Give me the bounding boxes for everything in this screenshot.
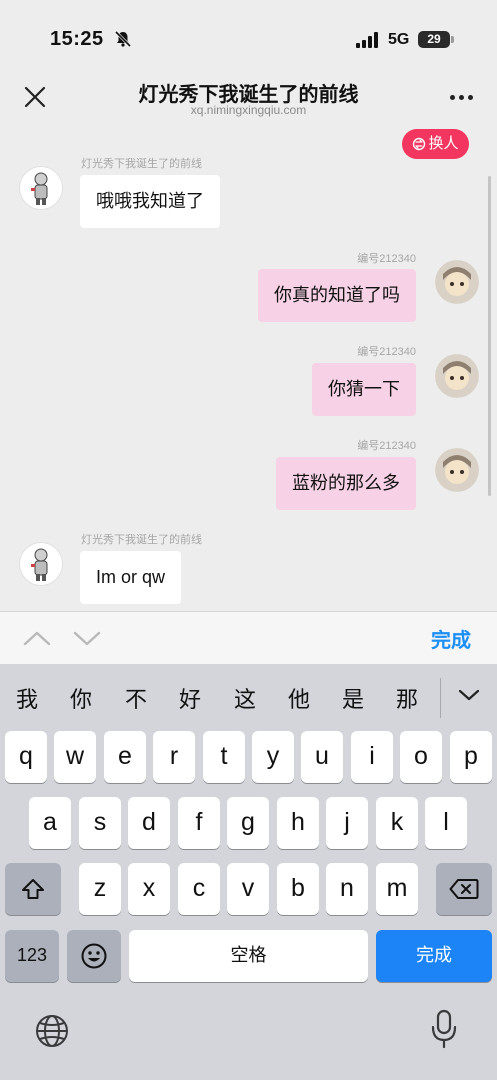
key-m[interactable]: m — [376, 863, 418, 915]
network-type: 5G — [388, 31, 410, 48]
keyboard: 我 你 不 好 这 他 是 那 q w e r t y u i o p a s … — [0, 664, 497, 1080]
key-g[interactable]: g — [227, 797, 269, 849]
key-l[interactable]: l — [425, 797, 467, 849]
candidate-word[interactable]: 是 — [335, 682, 371, 714]
avatar[interactable] — [19, 166, 63, 210]
shift-icon — [22, 879, 44, 899]
sender-name: 编号212340 — [357, 346, 416, 358]
candidate-word[interactable]: 他 — [281, 682, 317, 714]
key-a[interactable]: a — [29, 797, 71, 849]
chevron-up-icon[interactable] — [22, 628, 52, 648]
avatar[interactable] — [435, 260, 479, 304]
return-key[interactable]: 完成 — [376, 930, 492, 982]
sender-name: 编号212340 — [357, 253, 416, 265]
swap-person-label: 换人 — [428, 135, 459, 152]
key-k[interactable]: k — [376, 797, 418, 849]
key-t[interactable]: t — [203, 731, 245, 783]
candidate-word[interactable]: 那 — [389, 682, 425, 714]
sender-name: 灯光秀下我诞生了的前线 — [81, 158, 202, 170]
candidate-word[interactable]: 我 — [9, 682, 45, 714]
shift-key[interactable] — [5, 863, 61, 915]
key-z[interactable]: z — [79, 863, 121, 915]
numbers-key[interactable]: 123 — [5, 930, 59, 982]
candidate-word[interactable]: 好 — [172, 682, 208, 714]
backspace-icon — [449, 879, 479, 899]
chat-area[interactable]: 换人 灯光秀下我诞生了的前线 哦哦我知道了 编号212340 你真的知道了吗 编… — [0, 124, 497, 611]
battery-tip — [451, 36, 454, 43]
done-button[interactable]: 完成 — [431, 624, 471, 653]
page-subtitle: xq.nimingxingqiu.com — [190, 103, 307, 117]
status-time: 15:25 — [50, 28, 104, 50]
emoji-key[interactable] — [67, 930, 121, 982]
avatar[interactable] — [435, 354, 479, 398]
more-options-icon[interactable] — [448, 86, 476, 110]
scrollbar[interactable] — [488, 176, 491, 496]
key-b[interactable]: b — [277, 863, 319, 915]
key-i[interactable]: i — [351, 731, 393, 783]
chevron-down-icon[interactable] — [72, 628, 102, 648]
keyboard-accessory-bar: 完成 — [0, 611, 497, 664]
key-o[interactable]: o — [400, 731, 442, 783]
sender-name: 编号212340 — [357, 440, 416, 452]
message-bubble[interactable]: Im or qw — [80, 551, 182, 604]
globe-icon[interactable] — [34, 1013, 70, 1049]
battery-icon: 29 — [418, 31, 450, 48]
key-f[interactable]: f — [178, 797, 220, 849]
bell-muted-icon — [114, 30, 132, 48]
key-d[interactable]: d — [128, 797, 170, 849]
avatar[interactable] — [19, 542, 63, 586]
key-r[interactable]: r — [153, 731, 195, 783]
candidate-word[interactable]: 不 — [118, 682, 154, 714]
status-bar: 15:25 5G 29 — [0, 0, 497, 72]
key-e[interactable]: e — [104, 731, 146, 783]
candidate-word[interactable]: 这 — [227, 682, 263, 714]
sender-name: 灯光秀下我诞生了的前线 — [81, 534, 202, 546]
candidate-word[interactable]: 你 — [63, 682, 99, 714]
key-u[interactable]: u — [301, 731, 343, 783]
message-bubble[interactable]: 蓝粉的那么多 — [276, 457, 416, 510]
key-q[interactable]: q — [5, 731, 47, 783]
message-bubble[interactable]: 你真的知道了吗 — [258, 269, 416, 322]
nav-bar: 灯光秀下我诞生了的前线 xq.nimingxingqiu.com — [0, 72, 497, 124]
key-c[interactable]: c — [178, 863, 220, 915]
key-x[interactable]: x — [128, 863, 170, 915]
key-h[interactable]: h — [277, 797, 319, 849]
key-n[interactable]: n — [326, 863, 368, 915]
avatar[interactable] — [435, 448, 479, 492]
message-bubble[interactable]: 你猜一下 — [312, 363, 416, 416]
emoji-icon — [81, 943, 107, 969]
swap-person-button[interactable]: 换人 — [402, 129, 469, 159]
key-j[interactable]: j — [326, 797, 368, 849]
expand-candidates-icon[interactable] — [456, 686, 482, 704]
microphone-icon[interactable] — [430, 1009, 458, 1049]
delete-key[interactable] — [436, 863, 492, 915]
key-s[interactable]: s — [79, 797, 121, 849]
swap-icon — [413, 137, 426, 151]
key-w[interactable]: w — [54, 731, 96, 783]
key-p[interactable]: p — [450, 731, 492, 783]
key-v[interactable]: v — [227, 863, 269, 915]
message-bubble[interactable]: 哦哦我知道了 — [80, 175, 220, 228]
key-y[interactable]: y — [252, 731, 294, 783]
candidate-divider — [440, 678, 441, 718]
space-key[interactable]: 空格 — [129, 930, 368, 982]
signal-icon — [356, 32, 378, 48]
